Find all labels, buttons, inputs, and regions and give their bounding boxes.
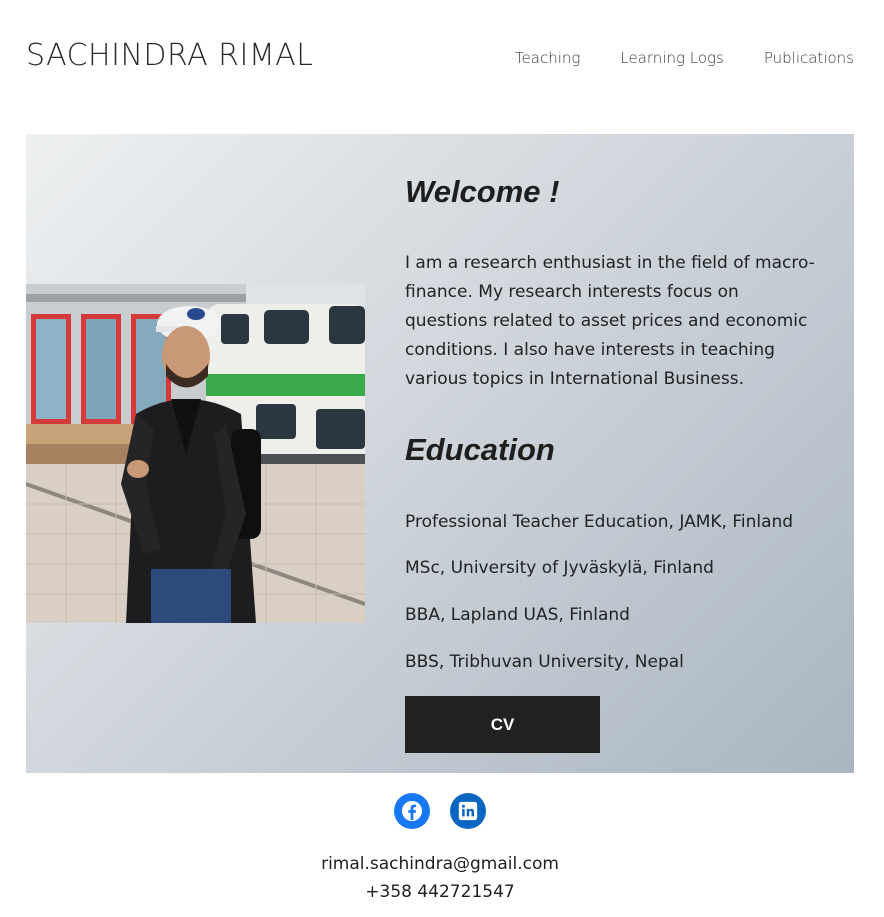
contact-info: rimal.sachindra@gmail.com +358 442721547 — [0, 850, 880, 906]
hero-section: Welcome ! I am a research enthusiast in … — [26, 134, 854, 773]
nav-item-learning-logs[interactable]: Learning Logs — [620, 49, 723, 67]
education-item: BBS, Tribhuvan University, Nepal — [405, 652, 684, 672]
welcome-text: I am a research enthusiast in the field … — [405, 253, 815, 389]
education-item: BBA, Lapland UAS, Finland — [405, 605, 630, 625]
facebook-icon[interactable] — [394, 793, 430, 829]
nav-item-publications[interactable]: Publications — [764, 49, 854, 67]
social-links — [394, 793, 486, 829]
education-item: MSc, University of Jyväskylä, Finland — [405, 558, 714, 578]
welcome-heading: Welcome ! — [405, 174, 560, 209]
site-title[interactable]: SACHINDRA RIMAL — [26, 38, 314, 73]
contact-phone: +358 442721547 — [365, 882, 515, 902]
nav-item-teaching[interactable]: Teaching — [515, 49, 580, 67]
profile-photo — [26, 284, 365, 623]
cv-button[interactable]: CV — [405, 696, 600, 753]
education-heading: Education — [405, 432, 555, 467]
linkedin-icon[interactable] — [450, 793, 486, 829]
contact-email[interactable]: rimal.sachindra@gmail.com — [0, 850, 880, 878]
education-item: Professional Teacher Education, JAMK, Fi… — [405, 512, 794, 532]
main-nav: Teaching Learning Logs Publications — [515, 49, 854, 67]
